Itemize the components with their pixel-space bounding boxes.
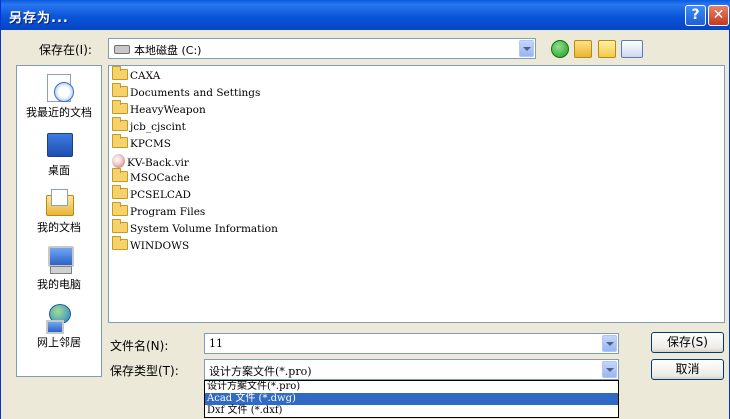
my-computer-icon	[44, 244, 74, 274]
filename-value: 11	[209, 337, 223, 350]
title-bar[interactable]: 另存为... ? ✕	[1, 0, 730, 30]
file-name: HeavyWeapon	[130, 104, 206, 116]
file-name: KV-Back.vir	[127, 157, 189, 169]
folder-icon	[112, 168, 128, 182]
place-label: 我的电脑	[37, 278, 81, 291]
file-name: CAXA	[130, 70, 161, 82]
file-name: Documents and Settings	[130, 87, 261, 99]
up-folder-icon[interactable]	[574, 40, 592, 58]
folder-icon	[112, 219, 128, 233]
file-name: jcb_cjscint	[130, 121, 186, 133]
my-documents-icon	[44, 187, 74, 217]
file-name: MSOCache	[130, 172, 190, 184]
file-name: KPCMS	[130, 138, 171, 150]
help-button[interactable]: ?	[685, 5, 706, 26]
place-my-computer[interactable]: 我的电脑	[17, 244, 101, 292]
help-icon: ?	[691, 7, 700, 23]
file-name: Program Files	[130, 206, 206, 218]
list-item[interactable]: PCSELCAD	[112, 185, 191, 204]
chevron-down-icon[interactable]	[602, 335, 617, 352]
filetype-label: 保存类型(T):	[110, 364, 179, 378]
new-folder-icon[interactable]	[598, 40, 616, 58]
window-title: 另存为...	[9, 11, 69, 26]
place-recent[interactable]: 我最近的文档	[17, 72, 101, 120]
filetype-dropdown-list: 设计方案文件(*.pro) Acad 文件 (*.dwg) Dxf 文件 (*.…	[204, 380, 619, 418]
list-item[interactable]: HeavyWeapon	[112, 100, 206, 119]
list-item[interactable]: KV-Back.vir	[112, 154, 189, 170]
chevron-down-icon[interactable]	[519, 40, 534, 57]
view-menu-icon[interactable]	[621, 40, 643, 58]
filename-field[interactable]: 11	[204, 333, 619, 354]
folder-icon	[112, 100, 128, 114]
list-item[interactable]: MSOCache	[112, 168, 190, 187]
place-desktop[interactable]: 桌面	[17, 130, 101, 178]
folder-icon	[112, 134, 128, 148]
place-network[interactable]: 网上邻居	[17, 302, 101, 350]
chevron-down-icon[interactable]	[602, 361, 617, 378]
list-item[interactable]: Documents and Settings	[112, 83, 261, 102]
folder-icon	[112, 185, 128, 199]
file-name: WINDOWS	[130, 240, 190, 252]
save-in-label: 保存在(I):	[39, 43, 92, 57]
file-name: PCSELCAD	[130, 189, 191, 201]
folder-icon	[112, 236, 128, 250]
drive-icon	[114, 45, 130, 54]
cancel-button[interactable]: 取消	[651, 359, 724, 380]
filetype-select[interactable]: 设计方案文件(*.pro)	[204, 359, 619, 380]
dropdown-option-selected[interactable]: Acad 文件 (*.dwg)	[205, 393, 618, 405]
folder-icon	[112, 117, 128, 131]
place-label: 网上邻居	[37, 336, 81, 349]
dropdown-option[interactable]: Dxf 文件 (*.dxf)	[205, 405, 618, 417]
places-bar: 我最近的文档 桌面 我的文档 我的电脑 网上邻居	[16, 65, 102, 377]
save-button[interactable]: 保存(S)	[651, 332, 724, 353]
recent-documents-icon	[44, 72, 74, 102]
save-in-combo[interactable]: 本地磁盘 (C:)	[108, 38, 536, 59]
close-button[interactable]: ✕	[708, 5, 729, 26]
file-name: System Volume Information	[130, 223, 278, 235]
list-item[interactable]: Program Files	[112, 202, 206, 221]
place-label: 我的文档	[37, 221, 81, 234]
save-as-dialog: 另存为... ? ✕ 保存在(I): 本地磁盘 (C:) 我最近的文档 桌面 我…	[0, 0, 730, 419]
save-in-value: 本地磁盘 (C:)	[134, 44, 202, 57]
place-label: 桌面	[48, 164, 70, 177]
list-item[interactable]: KPCMS	[112, 134, 171, 153]
back-icon[interactable]	[551, 40, 569, 58]
filename-label: 文件名(N):	[110, 339, 169, 353]
filetype-value: 设计方案文件(*.pro)	[209, 365, 312, 378]
file-list[interactable]: CAXA Documents and Settings HeavyWeapon …	[108, 65, 725, 323]
list-item[interactable]: System Volume Information	[112, 219, 278, 238]
network-places-icon	[44, 302, 74, 334]
close-icon: ✕	[712, 7, 725, 23]
place-my-documents[interactable]: 我的文档	[17, 187, 101, 235]
desktop-icon	[44, 130, 74, 160]
place-label: 我最近的文档	[26, 106, 92, 119]
folder-icon	[112, 202, 128, 216]
folder-icon	[112, 83, 128, 97]
file-icon	[112, 154, 125, 168]
list-item[interactable]: jcb_cjscint	[112, 117, 186, 136]
folder-icon	[112, 66, 128, 80]
dropdown-option[interactable]: 设计方案文件(*.pro)	[205, 381, 618, 393]
list-item[interactable]: WINDOWS	[112, 236, 190, 255]
